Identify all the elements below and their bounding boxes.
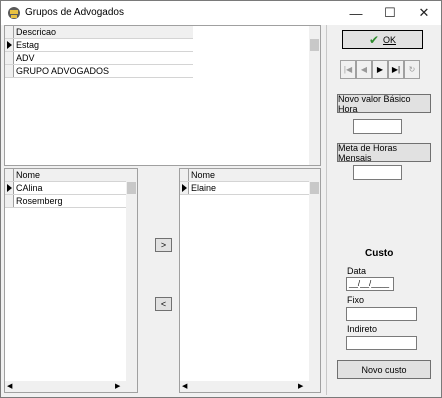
list-item-label: Elaine xyxy=(191,183,217,193)
available-lawyers-list[interactable]: Nome CAlina Rosemberg ◀ ▶ xyxy=(4,168,138,393)
left-header-row: Nome xyxy=(5,169,127,182)
main-window: Grupos de Advogados — ☐ ✕ Descricao Esta… xyxy=(0,0,442,398)
list-item[interactable]: Elaine xyxy=(180,182,310,195)
ok-label: OK xyxy=(383,34,397,45)
novo-valor-button[interactable]: Novo valor Básico Hora xyxy=(337,94,431,114)
scroll-left-icon[interactable]: ◀ xyxy=(182,382,187,390)
group-members-list[interactable]: Nome Elaine ◀ ▶ xyxy=(179,168,321,393)
list-item-label: Rosemberg xyxy=(16,196,63,206)
table-cell: GRUPO ADVOGADOS xyxy=(16,66,110,76)
valor-hora-field[interactable] xyxy=(353,119,402,134)
table-cell: Estag xyxy=(16,40,40,50)
title-bar: Grupos de Advogados — ☐ ✕ xyxy=(1,1,441,25)
groups-header-row: Descricao xyxy=(5,26,193,39)
right-header-nome: Nome xyxy=(191,170,216,180)
move-right-button[interactable]: > xyxy=(155,238,172,252)
right-hscrollbar[interactable]: ◀ ▶ xyxy=(180,381,320,392)
fixo-label: Fixo xyxy=(347,295,365,305)
close-button[interactable]: ✕ xyxy=(407,1,441,25)
nav-last-button[interactable]: ▶| xyxy=(388,60,404,79)
nav-first-button[interactable]: |◀ xyxy=(340,60,356,79)
list-item[interactable]: CAlina xyxy=(5,182,127,195)
novo-custo-button[interactable]: Novo custo xyxy=(337,360,431,379)
right-header-row: Nome xyxy=(180,169,310,182)
groups-grid[interactable]: Descricao Estag ADV GRUPO ADVOGADOS xyxy=(4,25,321,166)
nav-prev-button[interactable]: ◀ xyxy=(356,60,372,79)
meta-horas-button[interactable]: Meta de Horas Mensais xyxy=(337,143,431,163)
right-vscrollbar[interactable] xyxy=(309,169,320,382)
custo-heading: Custo xyxy=(365,248,394,259)
table-cell: ADV xyxy=(16,53,35,63)
groups-scrollbar[interactable] xyxy=(309,26,320,165)
nav-refresh-button[interactable]: ↻ xyxy=(404,60,420,79)
indireto-field[interactable] xyxy=(346,336,417,350)
scroll-left-icon[interactable]: ◀ xyxy=(7,382,12,390)
minimize-button[interactable]: — xyxy=(339,1,373,25)
row-pointer-icon xyxy=(182,184,187,192)
table-row[interactable]: ADV xyxy=(5,52,193,65)
maximize-button[interactable]: ☐ xyxy=(373,1,407,25)
data-field[interactable]: __/__/____ xyxy=(346,277,394,291)
table-row[interactable]: Estag xyxy=(5,39,193,52)
groups-header-descricao: Descricao xyxy=(16,27,57,37)
nav-next-button[interactable]: ▶ xyxy=(372,60,388,79)
check-icon: ✔ xyxy=(368,32,380,47)
left-hscrollbar[interactable]: ◀ ▶ xyxy=(5,381,137,392)
fixo-field[interactable] xyxy=(346,307,417,321)
scroll-thumb[interactable] xyxy=(310,39,319,51)
scroll-right-icon[interactable]: ▶ xyxy=(298,382,303,390)
window-title: Grupos de Advogados xyxy=(25,7,124,18)
row-pointer-icon xyxy=(7,184,12,192)
scroll-right-icon[interactable]: ▶ xyxy=(115,382,120,390)
data-label: Data xyxy=(347,266,367,276)
app-icon xyxy=(8,7,20,19)
list-item[interactable]: Rosemberg xyxy=(5,195,127,208)
list-item-label: CAlina xyxy=(16,183,43,193)
left-header-nome: Nome xyxy=(16,170,41,180)
ok-button[interactable]: ✔ OK xyxy=(342,30,423,49)
scroll-thumb[interactable] xyxy=(127,182,136,194)
left-vscrollbar[interactable] xyxy=(126,169,137,382)
scroll-thumb[interactable] xyxy=(310,182,319,194)
indireto-label: Indireto xyxy=(347,324,378,334)
meta-horas-field[interactable] xyxy=(353,165,402,180)
row-pointer-icon xyxy=(7,41,12,49)
table-row[interactable]: GRUPO ADVOGADOS xyxy=(5,65,193,78)
move-left-button[interactable]: < xyxy=(155,297,172,311)
